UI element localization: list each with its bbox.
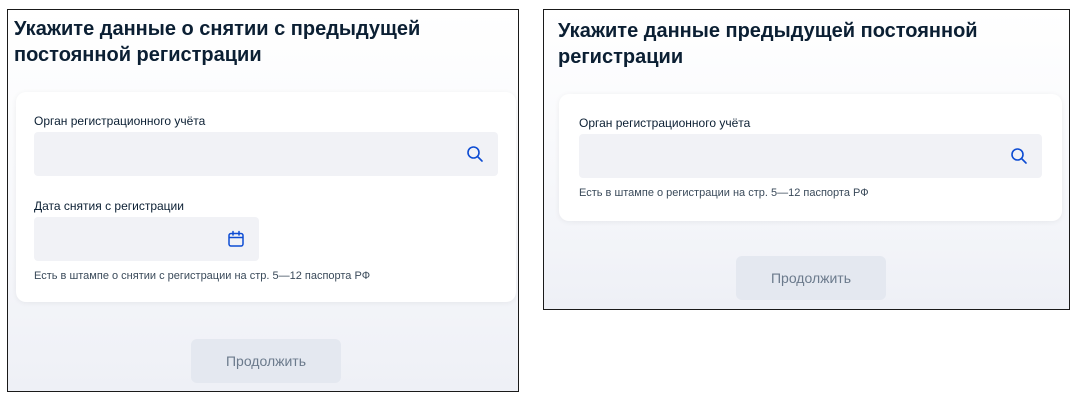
date-label: Дата снятия с регистрации <box>34 199 184 213</box>
form-card: Орган регистрационного учёта Дата снятия… <box>16 92 516 302</box>
org-label: Орган регистрационного учёта <box>34 114 206 128</box>
page-title: Укажите данные о снятии с предыдущей пос… <box>14 18 421 66</box>
field-hint: Есть в штампе о регистрации на стр. 5—12… <box>579 187 869 199</box>
deregistration-form-panel: Укажите данные о снятии с предыдущей пос… <box>7 9 519 392</box>
deregistration-date-field[interactable] <box>34 217 259 261</box>
search-icon[interactable] <box>466 145 484 163</box>
page-title: Укажите данные предыдущей постоянной рег… <box>558 20 978 68</box>
org-label: Орган регистрационного учёта <box>579 116 751 130</box>
calendar-icon[interactable] <box>227 230 245 248</box>
org-search-field[interactable] <box>34 132 498 176</box>
continue-button[interactable]: Продолжить <box>191 339 341 383</box>
form-card: Орган регистрационного учёта Есть в штам… <box>559 94 1062 221</box>
previous-registration-form-panel: Укажите данные предыдущей постоянной рег… <box>543 9 1070 310</box>
search-icon[interactable] <box>1010 147 1028 165</box>
continue-button[interactable]: Продолжить <box>736 256 886 300</box>
field-hint: Есть в штампе о снятии с регистрации на … <box>34 270 371 282</box>
org-search-field[interactable] <box>579 134 1042 178</box>
